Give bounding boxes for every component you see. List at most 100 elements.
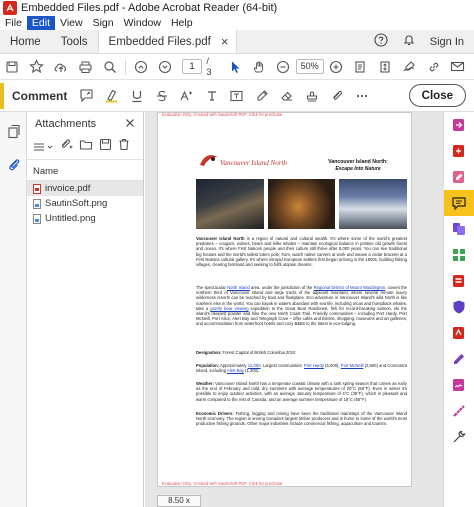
menu-file[interactable]: File [0, 16, 27, 30]
save-icon[interactable] [0, 54, 24, 80]
zoom-search-icon[interactable] [98, 54, 122, 80]
tab-tools[interactable]: Tools [51, 30, 98, 53]
title-bar: Embedded Files.pdf - Adobe Acrobat Reade… [0, 0, 474, 16]
save-attachment-icon[interactable] [99, 138, 112, 156]
replace-text-icon[interactable] [175, 83, 198, 109]
options-menu-icon[interactable] [33, 142, 53, 152]
share-link-icon[interactable] [421, 54, 445, 80]
hand-tool-icon[interactable] [247, 54, 271, 80]
email-icon[interactable] [446, 54, 470, 80]
tab-close-icon[interactable]: × [221, 34, 229, 49]
strikethrough-text-icon[interactable] [150, 83, 173, 109]
text-run: (5,000), [323, 363, 341, 368]
sticky-note-icon[interactable] [75, 83, 98, 109]
port-mcneill-link[interactable]: Port McNeill [341, 363, 364, 368]
bookmark-star-icon[interactable] [24, 54, 48, 80]
insert-text-icon[interactable] [200, 83, 223, 109]
organize-pages-icon[interactable] [444, 242, 474, 268]
more-tools-icon[interactable] [350, 83, 373, 109]
page-display-icon[interactable] [348, 54, 372, 80]
left-navigation-rail [0, 112, 27, 507]
menu-window[interactable]: Window [119, 16, 166, 30]
sign-in-button[interactable]: Sign In [430, 36, 464, 48]
attachment-name: invoice.pdf [45, 183, 91, 194]
comment-toolbar-label: Comment [12, 88, 68, 103]
alert-bay-link[interactable]: Alert Bay [227, 368, 244, 373]
snowy-mountain-photo [339, 179, 408, 229]
previous-page-icon[interactable] [129, 54, 153, 80]
zoom-level-input[interactable]: 50% [295, 59, 324, 74]
send-for-signature-icon[interactable] [444, 372, 474, 398]
page-number-input[interactable]: 1 [181, 59, 203, 74]
cloud-upload-icon[interactable] [49, 54, 73, 80]
page-title: Vancouver Island North: [328, 159, 388, 165]
document-viewport[interactable]: Evaluation Only. Created with SautinSoft… [145, 112, 443, 507]
logo-text: Vancouver Island North [220, 159, 287, 167]
attachment-row-invoice[interactable]: invoice.pdf [27, 181, 143, 196]
draw-pencil-icon[interactable] [250, 83, 273, 109]
fill-sign-icon[interactable] [444, 346, 474, 372]
delete-attachment-icon[interactable] [118, 138, 130, 156]
attachment-row-untitled[interactable]: Untitled.png [27, 211, 143, 226]
open-attachment-icon[interactable] [79, 138, 93, 156]
next-page-icon[interactable] [153, 54, 177, 80]
help-icon[interactable] [374, 33, 388, 50]
attachment-row-sautinsoft[interactable]: SautinSoft.png [27, 196, 143, 211]
image-file-icon [33, 213, 41, 224]
region-logo: Vancouver Island North [198, 151, 288, 171]
evaluation-watermark-bottom[interactable]: Evaluation Only. Created with SautinSoft… [162, 481, 283, 486]
close-comment-button[interactable]: Close [408, 84, 466, 107]
intro-body: is a region of natural and cultural weal… [196, 236, 407, 268]
name-column-header[interactable]: Name [27, 160, 143, 181]
text-box-icon[interactable] [225, 83, 248, 109]
customize-tools-icon[interactable] [444, 424, 474, 450]
image-file-icon [33, 198, 41, 209]
port-hardy-link[interactable]: Port Hardy [304, 363, 324, 368]
edit-pdf-icon[interactable] [444, 164, 474, 190]
protect-icon[interactable] [444, 294, 474, 320]
notifications-bell-icon[interactable] [402, 33, 416, 50]
select-cursor-icon[interactable] [222, 54, 246, 80]
combine-files-icon[interactable] [444, 216, 474, 242]
right-tools-rail [443, 112, 474, 507]
weather-paragraph: Weather: Vancouver Island North has a te… [196, 381, 407, 402]
tab-home[interactable]: Home [0, 30, 51, 53]
zoom-in-icon[interactable] [324, 54, 348, 80]
attachments-paperclip-icon[interactable] [0, 151, 27, 178]
eraser-icon[interactable] [275, 83, 298, 109]
attachment-name: SautinSoft.png [45, 198, 108, 209]
panel-close-icon[interactable] [125, 118, 135, 131]
tab-document[interactable]: Embedded Files.pdf × [97, 30, 238, 53]
export-pdf-icon[interactable] [444, 112, 474, 138]
attachment-name: Untitled.png [45, 213, 96, 224]
page-size-indicator: 8.50 x 11.00 in [157, 495, 201, 507]
add-attachment-icon[interactable] [59, 138, 73, 156]
print-icon[interactable] [73, 54, 97, 80]
window-title: Embedded Files.pdf - Adobe Acrobat Reade… [21, 2, 278, 14]
optimize-pdf-icon[interactable] [444, 320, 474, 346]
photo-strip [196, 179, 408, 229]
create-pdf-icon[interactable] [444, 138, 474, 164]
page-thumbnails-icon[interactable] [0, 118, 27, 145]
zoom-out-icon[interactable] [271, 54, 295, 80]
menu-view[interactable]: View [55, 16, 88, 30]
logo-emblem-icon [200, 155, 218, 166]
page-total-label: / 3 [206, 55, 212, 78]
attach-file-icon[interactable] [325, 83, 348, 109]
designation-paragraph: Designation: Forest Capital of British C… [196, 350, 407, 355]
comment-tool-icon[interactable] [443, 190, 474, 216]
scroll-mode-icon[interactable] [373, 54, 397, 80]
redact-icon[interactable] [444, 268, 474, 294]
attachments-panel: Attachments Name invoice.pdf SautinSoft.… [27, 112, 144, 507]
menu-help[interactable]: Help [166, 16, 198, 30]
underline-text-icon[interactable] [125, 83, 148, 109]
sea-otter-photo [196, 179, 264, 229]
menu-edit[interactable]: Edit [26, 16, 56, 30]
measure-icon[interactable] [444, 398, 474, 424]
menu-sign[interactable]: Sign [88, 16, 119, 30]
highlight-text-icon[interactable] [100, 83, 123, 109]
stamp-icon[interactable] [300, 83, 323, 109]
sign-pen-icon[interactable] [397, 54, 421, 80]
page-subtitle: Escape Into Nature [335, 166, 381, 172]
evaluation-watermark-top[interactable]: Evaluation Only. Created with SautinSoft… [162, 112, 283, 117]
